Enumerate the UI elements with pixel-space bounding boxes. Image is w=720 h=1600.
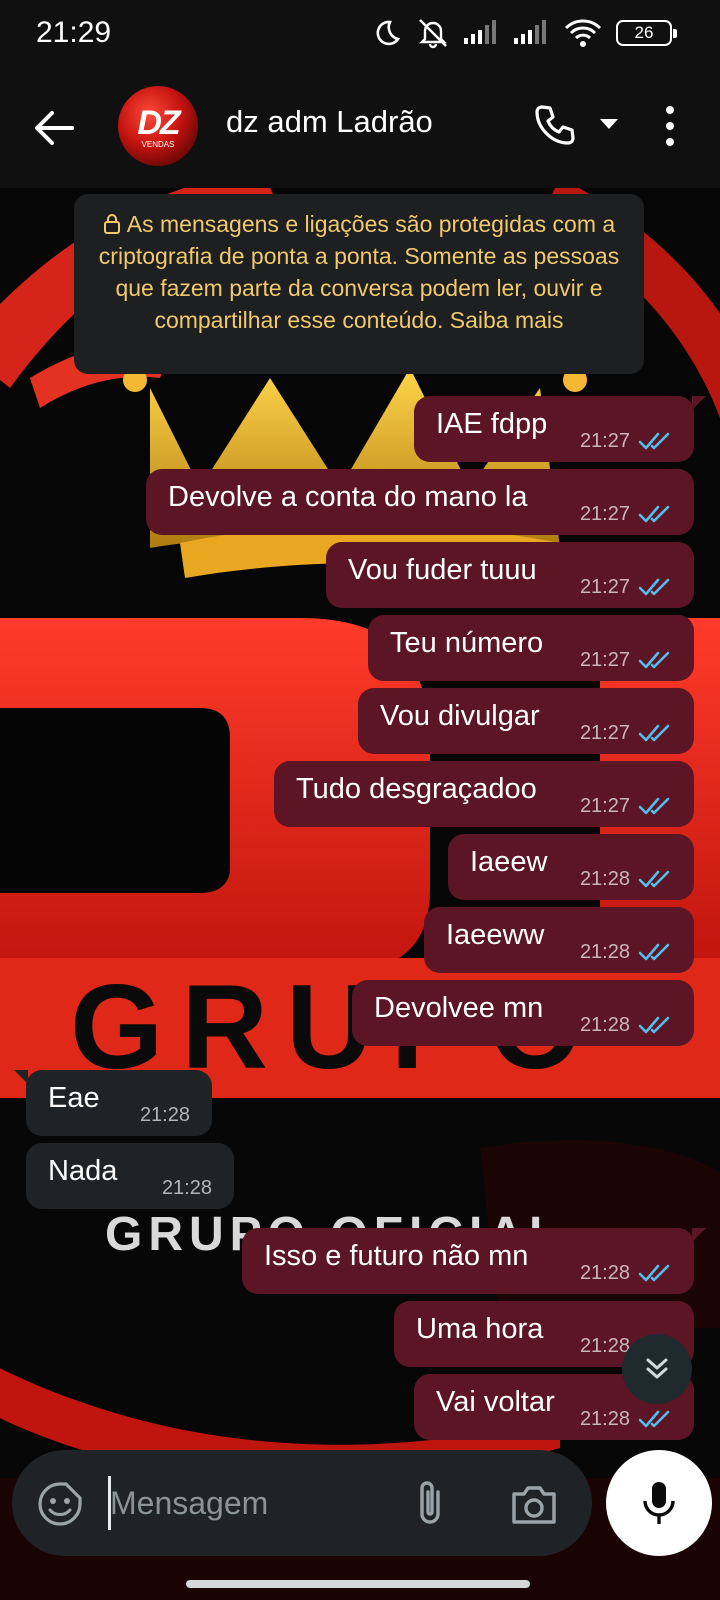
read-receipt-icon — [638, 870, 670, 888]
status-time: 21:29 — [36, 16, 112, 49]
message-time: 21:27 — [579, 795, 630, 817]
compose-bar — [12, 1450, 592, 1556]
double-chevron-down-icon — [646, 1358, 668, 1379]
more-vertical-icon[interactable] — [656, 102, 684, 150]
camera-icon[interactable] — [508, 1480, 560, 1528]
chat-header: DZ VENDAS dz adm Ladrão — [0, 72, 720, 188]
mic-icon — [643, 1482, 675, 1524]
contact-name[interactable]: dz adm Ladrão — [226, 104, 433, 140]
message-text: Vou fuder tuuu — [348, 554, 537, 586]
bubble-tail — [14, 1070, 28, 1084]
arrow-left-icon[interactable] — [28, 102, 80, 154]
paperclip-icon[interactable] — [408, 1478, 452, 1530]
read-receipt-icon — [638, 1410, 670, 1428]
message-text: Vou divulgar — [380, 700, 540, 732]
message-text: Teu número — [390, 627, 544, 659]
message-time: 21:27 — [579, 722, 630, 744]
outgoing-message[interactable]: Teu número 21:27 — [368, 615, 694, 681]
read-receipt-icon — [638, 505, 670, 523]
incoming-message[interactable]: Eae 21:28 — [14, 1070, 212, 1136]
outgoing-message[interactable]: Devolve a conta do mano la 21:27 — [146, 469, 694, 535]
message-time: 21:28 — [579, 868, 630, 890]
gesture-navigation-handle[interactable] — [186, 1580, 530, 1588]
read-receipt-icon — [638, 1016, 670, 1034]
outgoing-message[interactable]: Iaeeww 21:28 — [424, 907, 694, 973]
sticker-icon[interactable] — [34, 1478, 86, 1530]
read-receipt-icon — [638, 432, 670, 450]
message-text: Isso e futuro não mn — [264, 1240, 529, 1272]
incoming-message[interactable]: Nada 21:28 — [26, 1143, 234, 1209]
scroll-to-bottom-button[interactable] — [622, 1334, 692, 1404]
outgoing-message[interactable]: Iaeew 21:28 — [448, 834, 694, 900]
caret-down-icon[interactable] — [598, 116, 620, 132]
outgoing-message[interactable]: Vou divulgar 21:27 — [358, 688, 694, 754]
message-text: Devolve a conta do mano la — [168, 481, 528, 513]
message-text: Tudo desgraçadoo — [296, 773, 537, 805]
message-text: Iaeew — [470, 846, 548, 878]
message-input[interactable] — [110, 1478, 390, 1528]
message-text: Uma hora — [416, 1313, 544, 1345]
avatar-logo-subtext: VENDAS — [141, 140, 175, 149]
read-receipt-icon — [638, 724, 670, 742]
read-receipt-icon — [638, 651, 670, 669]
do-not-disturb-moon-icon — [376, 20, 401, 46]
avatar[interactable]: DZ VENDAS — [118, 86, 198, 166]
encryption-notice-text: As mensagens e ligações são protegidas c… — [98, 211, 620, 333]
message-text: Devolvee mn — [374, 992, 544, 1024]
phone-icon[interactable] — [532, 102, 578, 148]
read-receipt-icon — [638, 1264, 670, 1282]
message-time: 21:27 — [579, 576, 630, 598]
message-text: Vai voltar — [436, 1386, 555, 1418]
message-time: 21:28 — [579, 1335, 630, 1357]
lock-icon — [103, 214, 120, 234]
message-time: 21:28 — [161, 1177, 212, 1199]
outgoing-message[interactable]: Isso e futuro não mn 21:28 — [242, 1228, 706, 1294]
muted-bell-icon — [419, 19, 447, 49]
bubble-tail — [692, 396, 706, 410]
message-list[interactable]: As mensagens e ligações são protegidas c… — [0, 188, 720, 1440]
message-text: Eae — [48, 1082, 100, 1114]
status-bar: 21:29 26 — [0, 0, 720, 72]
battery-level: 26 — [634, 23, 654, 42]
message-time: 21:28 — [139, 1104, 190, 1126]
message-time: 21:28 — [579, 1408, 630, 1430]
read-receipt-icon — [638, 797, 670, 815]
voice-message-button[interactable] — [606, 1450, 712, 1556]
bubble-tail — [692, 1228, 706, 1242]
read-receipt-icon — [638, 578, 670, 596]
message-text: Nada — [48, 1155, 118, 1187]
battery-indicator: 26 — [616, 20, 677, 46]
message-time: 21:27 — [579, 503, 630, 525]
message-text: Iaeeww — [446, 919, 545, 951]
signal-icon — [464, 20, 496, 44]
outgoing-message[interactable]: Tudo desgraçadoo 21:27 — [274, 761, 694, 827]
message-text: IAE fdpp — [436, 408, 548, 440]
outgoing-message[interactable]: Devolvee mn 21:28 — [352, 980, 694, 1046]
signal-icon — [514, 20, 546, 44]
message-time: 21:27 — [579, 649, 630, 671]
avatar-logo-text: DZ — [137, 104, 180, 142]
message-time: 21:28 — [579, 1262, 630, 1284]
outgoing-message[interactable]: Vou fuder tuuu 21:27 — [326, 542, 694, 608]
message-time: 21:28 — [579, 1014, 630, 1036]
encryption-notice[interactable]: As mensagens e ligações são protegidas c… — [74, 194, 644, 374]
status-icons: 26 — [372, 16, 677, 50]
outgoing-message[interactable]: IAE fdpp 21:27 — [414, 396, 706, 462]
message-time: 21:28 — [579, 941, 630, 963]
wifi-icon — [564, 19, 602, 47]
read-receipt-icon — [638, 943, 670, 961]
message-time: 21:27 — [579, 430, 630, 452]
